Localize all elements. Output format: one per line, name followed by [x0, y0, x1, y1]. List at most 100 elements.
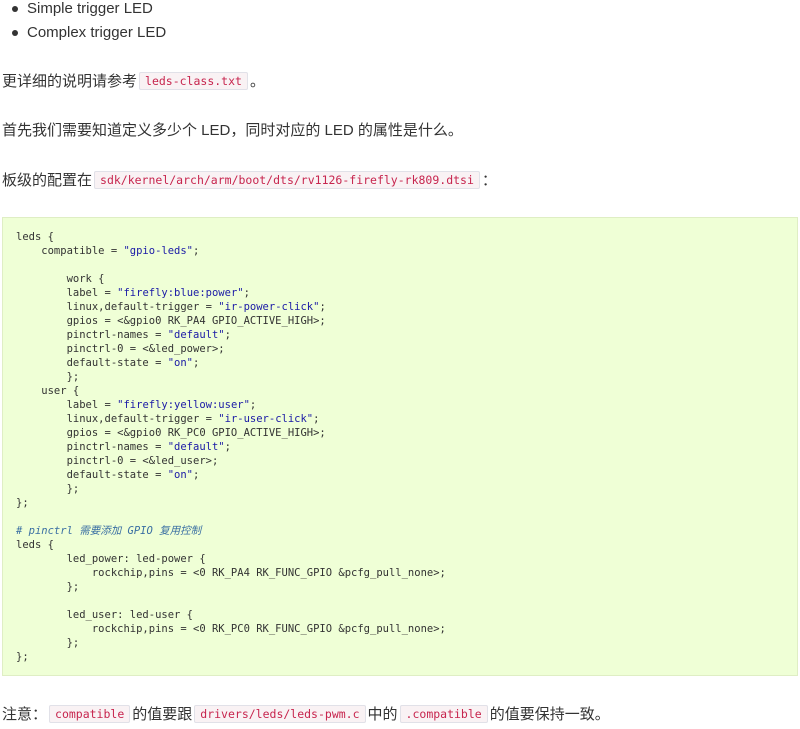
code-text: rockchip,pins = <0 RK_PC0 RK_FUNC_GPIO &…: [16, 623, 446, 635]
config-text: 板级的配置在: [2, 172, 93, 189]
note-text: 的值要保持一致。: [489, 706, 610, 723]
code-text: gpios = <&gpio0 RK_PC0 GPIO_ACTIVE_HIGH>…: [16, 427, 326, 439]
code-line: };: [16, 482, 446, 496]
code-line: default-state = "on";: [16, 468, 446, 482]
code-text: compatible =: [16, 245, 124, 257]
code-string: "firefly:yellow:user": [117, 399, 250, 411]
code-text: ;: [313, 413, 320, 425]
code-text: };: [16, 371, 80, 383]
code-content: leds { compatible = "gpio-leds"; work { …: [16, 230, 446, 664]
code-text: };: [16, 581, 80, 593]
code-string: "gpio-leds": [123, 245, 194, 257]
code-line: };: [16, 580, 446, 594]
code-string: "ir-user-click": [218, 413, 314, 425]
code-text: ;: [224, 441, 231, 453]
code-line: work {: [16, 272, 446, 286]
code-line: pinctrl-0 = <&led_power>;: [16, 342, 446, 356]
code-string: "ir-power-click": [218, 301, 320, 313]
config-suffix: ：: [481, 172, 497, 189]
code-line: pinctrl-names = "default";: [16, 328, 446, 342]
code-text: pinctrl-names =: [16, 441, 168, 453]
code-line: };: [16, 496, 446, 510]
code-text: ;: [193, 357, 200, 369]
code-text: linux,default-trigger =: [16, 413, 219, 425]
feature-list: Simple trigger LED Complex trigger LED: [0, 0, 166, 48]
code-line: pinctrl-0 = <&led_user>;: [16, 454, 446, 468]
code-line: led_power: led-power {: [16, 552, 446, 566]
code-block[interactable]: leds { compatible = "gpio-leds"; work { …: [2, 217, 798, 676]
code-line: label = "firefly:yellow:user";: [16, 398, 446, 412]
code-string: "default": [167, 441, 225, 453]
code-text: ;: [319, 301, 326, 313]
note-paragraph: 注意： compatible 的值要跟 drivers/leds/leds-pwm.c…: [2, 703, 610, 726]
list-item-label: Complex trigger LED: [27, 24, 167, 41]
inline-code-filename: leds-class.txt: [139, 72, 248, 90]
code-text: label =: [16, 399, 118, 411]
code-line: default-state = "on";: [16, 356, 446, 370]
code-line: };: [16, 650, 446, 664]
code-line: linux,default-trigger = "ir-power-click"…: [16, 300, 446, 314]
code-text: ;: [193, 469, 200, 481]
code-text: ;: [243, 287, 250, 299]
code-string: "firefly:blue:power": [117, 287, 244, 299]
code-line: gpios = <&gpio0 RK_PA4 GPIO_ACTIVE_HIGH>…: [16, 314, 446, 328]
code-line: };: [16, 636, 446, 650]
code-text: led_user: led-user {: [16, 609, 194, 621]
code-text: };: [16, 483, 80, 495]
code-text: ;: [224, 329, 231, 341]
code-text: led_power: led-power {: [16, 553, 206, 565]
code-text: user {: [16, 385, 80, 397]
code-text: };: [16, 497, 29, 509]
inline-code-compatible: compatible: [49, 705, 131, 723]
code-line: compatible = "gpio-leds";: [16, 244, 446, 258]
list-item: Complex trigger LED: [0, 24, 166, 48]
code-text: gpios = <&gpio0 RK_PA4 GPIO_ACTIVE_HIGH>…: [16, 315, 326, 327]
code-line: rockchip,pins = <0 RK_PC0 RK_FUNC_GPIO &…: [16, 622, 446, 636]
bullet-icon: [12, 6, 18, 12]
code-line: user {: [16, 384, 446, 398]
code-line: label = "firefly:blue:power";: [16, 286, 446, 300]
code-text: };: [16, 651, 29, 663]
note-text: 中的: [367, 706, 398, 723]
code-text: pinctrl-0 = <&led_user>;: [16, 455, 219, 467]
code-text: label =: [16, 287, 118, 299]
inline-code-dot-compatible: .compatible: [399, 705, 488, 723]
code-line: leds {: [16, 538, 446, 552]
code-text: work {: [16, 273, 105, 285]
code-line: pinctrl-names = "default";: [16, 440, 446, 454]
code-text: rockchip,pins = <0 RK_PA4 RK_FUNC_GPIO &…: [16, 567, 446, 579]
list-item-label: Simple trigger LED: [27, 0, 153, 17]
reference-suffix: 。: [249, 73, 265, 90]
code-text: default-state =: [16, 357, 168, 369]
code-line: linux,default-trigger = "ir-user-click";: [16, 412, 446, 426]
code-string: "default": [167, 329, 225, 341]
reference-paragraph: 更详细的说明请参考 leds-class.txt。: [2, 70, 265, 93]
code-line: };: [16, 370, 446, 384]
code-text: leds {: [16, 231, 54, 243]
code-comment: # pinctrl 需要添加 GPIO 复用控制: [16, 525, 202, 537]
code-line: # pinctrl 需要添加 GPIO 复用控制: [16, 524, 446, 538]
code-line: leds {: [16, 230, 446, 244]
code-line: led_user: led-user {: [16, 608, 446, 622]
note-text: 的值要跟: [132, 706, 193, 723]
intro-paragraph: 首先我们需要知道定义多少个 LED，同时对应的 LED 的属性是什么。: [2, 120, 463, 142]
code-text: };: [16, 637, 80, 649]
code-text: ;: [193, 245, 200, 257]
code-text: pinctrl-0 = <&led_power>;: [16, 343, 225, 355]
reference-text: 更详细的说明请参考: [2, 73, 138, 90]
config-path-paragraph: 板级的配置在 sdk/kernel/arch/arm/boot/dts/rv112…: [2, 169, 497, 192]
inline-code-path: sdk/kernel/arch/arm/boot/dts/rv1126-fire…: [94, 171, 480, 189]
bullet-icon: [12, 30, 18, 36]
code-text: pinctrl-names =: [16, 329, 168, 341]
list-item: Simple trigger LED: [0, 0, 166, 24]
inline-code-driver-path: drivers/leds/leds-pwm.c: [194, 705, 366, 723]
code-text: ;: [249, 399, 257, 411]
code-line: gpios = <&gpio0 RK_PC0 GPIO_ACTIVE_HIGH>…: [16, 426, 446, 440]
code-string: "on": [167, 357, 194, 369]
intro-text: 首先我们需要知道定义多少个 LED，同时对应的 LED 的属性是什么。: [2, 122, 463, 139]
code-string: "on": [167, 469, 194, 481]
note-label: 注意：: [2, 706, 48, 723]
